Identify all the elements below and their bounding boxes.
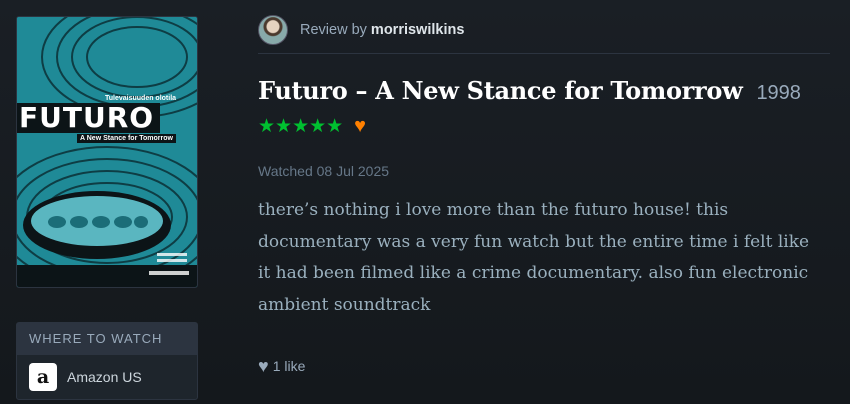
rating-row: ★★★★★ ♥	[258, 115, 830, 137]
film-heading: Futuro – A New Stance for Tomorrow 1998	[258, 76, 830, 105]
film-year[interactable]: 1998	[756, 82, 801, 105]
review-text: there’s nothing i love more than the fut…	[258, 200, 810, 315]
like-button[interactable]: ♥ 1 like	[258, 357, 830, 375]
star-rating: ★★★★★	[258, 117, 344, 136]
reviewer-header: Review by morriswilkins	[258, 14, 830, 46]
avatar[interactable]	[258, 15, 288, 45]
watched-date: Watched 08 Jul 2025	[258, 163, 390, 179]
watch-service-amazon[interactable]: a Amazon US	[17, 355, 197, 399]
film-poster[interactable]: Tulevaisuuden olotila FUTURO A New Stanc…	[16, 16, 198, 288]
liked-heart-icon: ♥	[354, 115, 367, 137]
amazon-logo-letter: a	[36, 365, 50, 388]
star-icons: ★★★★★	[258, 115, 344, 137]
poster-artwork	[17, 17, 197, 287]
film-title[interactable]: Futuro – A New Stance for Tomorrow	[258, 76, 743, 105]
where-to-watch-heading: WHERE TO WATCH	[17, 323, 197, 355]
where-to-watch-panel: WHERE TO WATCH a Amazon US	[16, 322, 198, 400]
reviewer-username[interactable]: morriswilkins	[371, 22, 464, 38]
divider	[258, 53, 830, 54]
sidebar: Tulevaisuuden olotila FUTURO A New Stanc…	[16, 16, 198, 400]
amazon-icon: a	[29, 363, 57, 391]
poster-title: FUTURO	[17, 103, 161, 133]
watch-service-label: Amazon US	[67, 369, 142, 385]
review-byline: Review by morriswilkins	[300, 22, 464, 38]
review-panel: Review by morriswilkins Futuro – A New S…	[258, 14, 830, 375]
review-by-prefix: Review by	[300, 22, 371, 38]
like-heart-icon: ♥	[258, 356, 269, 376]
poster-subtitle: A New Stance for Tomorrow	[77, 134, 176, 143]
like-count: 1 like	[272, 358, 306, 374]
